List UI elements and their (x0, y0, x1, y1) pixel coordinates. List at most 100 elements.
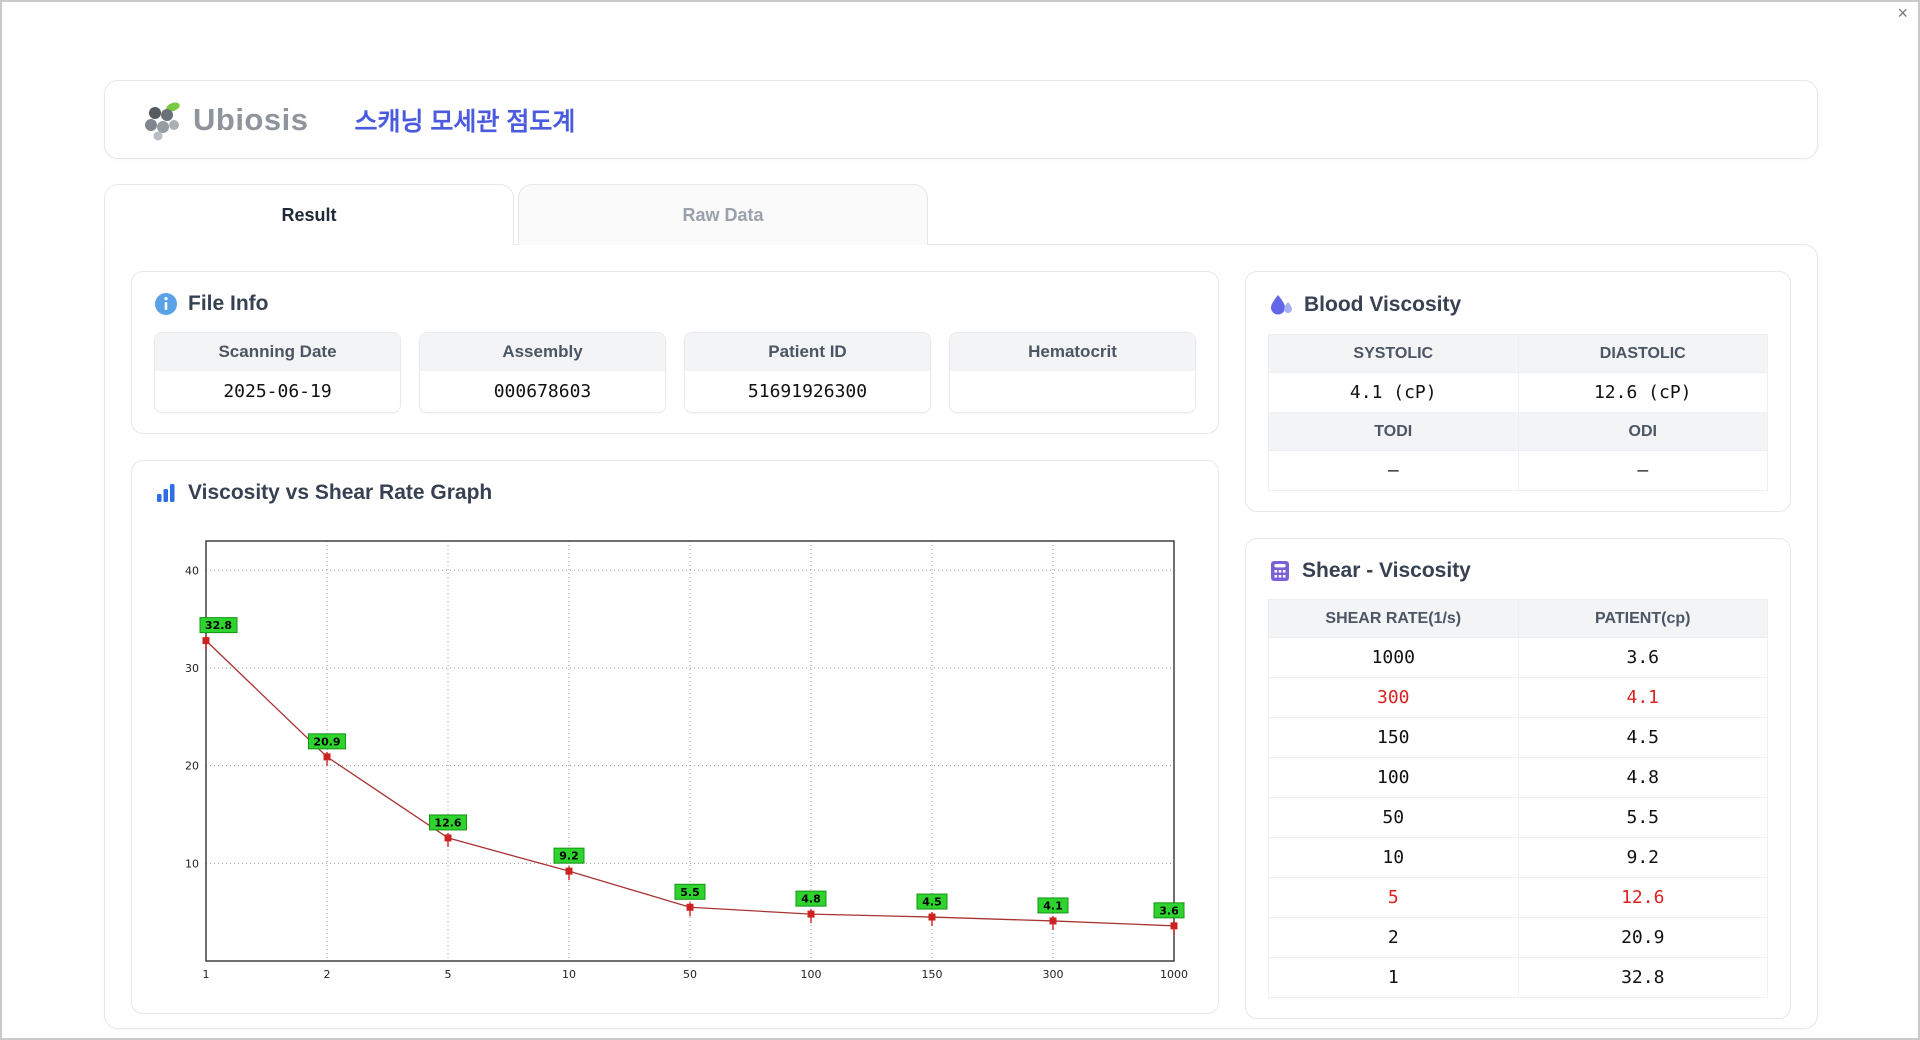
shear-rate-cell: 50 (1269, 798, 1519, 838)
bv-value-cell: – (1518, 451, 1768, 491)
blood-viscosity-table: SYSTOLICDIASTOLIC4.1 (cP)12.6 (cP)TODIOD… (1268, 334, 1768, 491)
file-info-card: File Info Scanning Date2025-06-19 Assembl… (131, 271, 1219, 434)
right-column: Blood Viscosity SYSTOLICDIASTOLIC4.1 (cP… (1245, 271, 1791, 1002)
svg-text:4.8: 4.8 (801, 893, 821, 906)
svg-text:100: 100 (801, 968, 822, 981)
svg-text:1000: 1000 (1160, 968, 1188, 981)
app: Ubiosis 스캐닝 모세관 점도계 Result Raw Data File… (104, 80, 1818, 1029)
section-title: File Info (188, 292, 269, 316)
field-value (950, 371, 1195, 412)
logo-text: Ubiosis (193, 102, 308, 138)
shear-rate-cell: 100 (1269, 758, 1519, 798)
table-row: 10003.6 (1269, 638, 1768, 678)
shear-rate-cell: 300 (1269, 678, 1519, 718)
shear-table-body: 10003.63004.11504.51004.8505.5109.2512.6… (1269, 638, 1768, 998)
patient-cell: 32.8 (1518, 958, 1768, 998)
bar-chart-icon (154, 481, 178, 505)
patient-cell: 4.8 (1518, 758, 1768, 798)
svg-text:150: 150 (922, 968, 943, 981)
tab-raw-data[interactable]: Raw Data (518, 184, 928, 245)
file-info-field-hematocrit: Hematocrit (949, 332, 1196, 413)
bv-header-cell: DIASTOLIC (1518, 335, 1768, 373)
droplet-icon (1268, 292, 1294, 318)
table-row: 1004.8 (1269, 758, 1768, 798)
field-value: 000678603 (420, 371, 665, 412)
patient-cell: 5.5 (1518, 798, 1768, 838)
table-row: 220.9 (1269, 918, 1768, 958)
shear-viscosity-table: SHEAR RATE(1/s) PATIENT(cp) 10003.63004.… (1268, 599, 1768, 998)
shear-viscosity-card: Shear - Viscosity SHEAR RATE(1/s) PATIEN… (1245, 538, 1791, 1019)
patient-cell: 9.2 (1518, 838, 1768, 878)
field-label: Assembly (420, 333, 665, 371)
shear-rate-cell: 1000 (1269, 638, 1519, 678)
section-title: Blood Viscosity (1304, 293, 1461, 317)
patient-cell: 4.5 (1518, 718, 1768, 758)
shear-rate-cell: 150 (1269, 718, 1519, 758)
table-row: 505.5 (1269, 798, 1768, 838)
left-column: File Info Scanning Date2025-06-19 Assembl… (131, 271, 1219, 1002)
bv-header-cell: SYSTOLIC (1269, 335, 1519, 373)
table-row: 132.8 (1269, 958, 1768, 998)
svg-text:5: 5 (445, 968, 452, 981)
table-row: 109.2 (1269, 838, 1768, 878)
chart-area: 102030401251050100150300100032.820.912.6… (154, 521, 1196, 993)
svg-text:20.9: 20.9 (313, 735, 340, 748)
col-patient: PATIENT(cp) (1518, 600, 1768, 638)
bv-value-row: 4.1 (cP)12.6 (cP) (1269, 373, 1768, 413)
ubiosis-logo-icon (143, 99, 187, 141)
svg-text:20: 20 (185, 760, 199, 773)
tab-result[interactable]: Result (104, 184, 514, 245)
result-panel: File Info Scanning Date2025-06-19 Assembl… (104, 244, 1818, 1029)
close-icon[interactable]: × (1897, 4, 1908, 22)
shear-rate-cell: 10 (1269, 838, 1519, 878)
file-info-field-scanning-date: Scanning Date2025-06-19 (154, 332, 401, 413)
graph-card: Viscosity vs Shear Rate Graph 1020304012… (131, 460, 1219, 1014)
svg-text:50: 50 (683, 968, 697, 981)
svg-text:9.2: 9.2 (559, 850, 579, 863)
bv-header-row: TODIODI (1269, 413, 1768, 451)
col-shear-rate: SHEAR RATE(1/s) (1269, 600, 1519, 638)
table-row: 1504.5 (1269, 718, 1768, 758)
viscosity-chart: 102030401251050100150300100032.820.912.6… (160, 525, 1190, 993)
svg-text:1: 1 (203, 968, 210, 981)
bv-header-cell: TODI (1269, 413, 1519, 451)
svg-text:12.6: 12.6 (434, 816, 461, 829)
blood-viscosity-table-body: SYSTOLICDIASTOLIC4.1 (cP)12.6 (cP)TODIOD… (1269, 335, 1768, 491)
shear-rate-cell: 5 (1269, 878, 1519, 918)
svg-text:3.6: 3.6 (1159, 904, 1179, 917)
svg-text:10: 10 (562, 968, 576, 981)
svg-text:4.1: 4.1 (1043, 899, 1063, 912)
svg-text:30: 30 (185, 662, 199, 675)
patient-cell: 12.6 (1518, 878, 1768, 918)
table-row: 512.6 (1269, 878, 1768, 918)
bv-value-cell: – (1269, 451, 1519, 491)
info-icon (154, 292, 178, 316)
table-header-row: SHEAR RATE(1/s) PATIENT(cp) (1269, 600, 1768, 638)
svg-text:32.8: 32.8 (205, 619, 232, 632)
bv-header-row: SYSTOLICDIASTOLIC (1269, 335, 1768, 373)
blood-viscosity-card: Blood Viscosity SYSTOLICDIASTOLIC4.1 (cP… (1245, 271, 1791, 512)
svg-text:5.5: 5.5 (680, 886, 700, 899)
file-info-field-patient-id: Patient ID51691926300 (684, 332, 931, 413)
shear-rate-cell: 1 (1269, 958, 1519, 998)
bv-value-row: –– (1269, 451, 1768, 491)
svg-text:2: 2 (324, 968, 331, 981)
tab-bar: Result Raw Data (104, 184, 1818, 244)
file-info-fields: Scanning Date2025-06-19 Assembly000678603… (154, 332, 1196, 413)
patient-cell: 4.1 (1518, 678, 1768, 718)
patient-cell: 20.9 (1518, 918, 1768, 958)
field-label: Scanning Date (155, 333, 400, 371)
section-title: Shear - Viscosity (1302, 559, 1471, 583)
bv-header-cell: ODI (1518, 413, 1768, 451)
field-label: Patient ID (685, 333, 930, 371)
svg-text:40: 40 (185, 564, 199, 577)
bv-value-cell: 12.6 (cP) (1518, 373, 1768, 413)
field-label: Hematocrit (950, 333, 1195, 371)
field-value: 2025-06-19 (155, 371, 400, 412)
svg-text:10: 10 (185, 857, 199, 870)
svg-text:4.5: 4.5 (922, 896, 942, 909)
ubiosis-logo: Ubiosis (143, 99, 308, 141)
shear-rate-cell: 2 (1269, 918, 1519, 958)
app-header: Ubiosis 스캐닝 모세관 점도계 (104, 80, 1818, 159)
field-value: 51691926300 (685, 371, 930, 412)
